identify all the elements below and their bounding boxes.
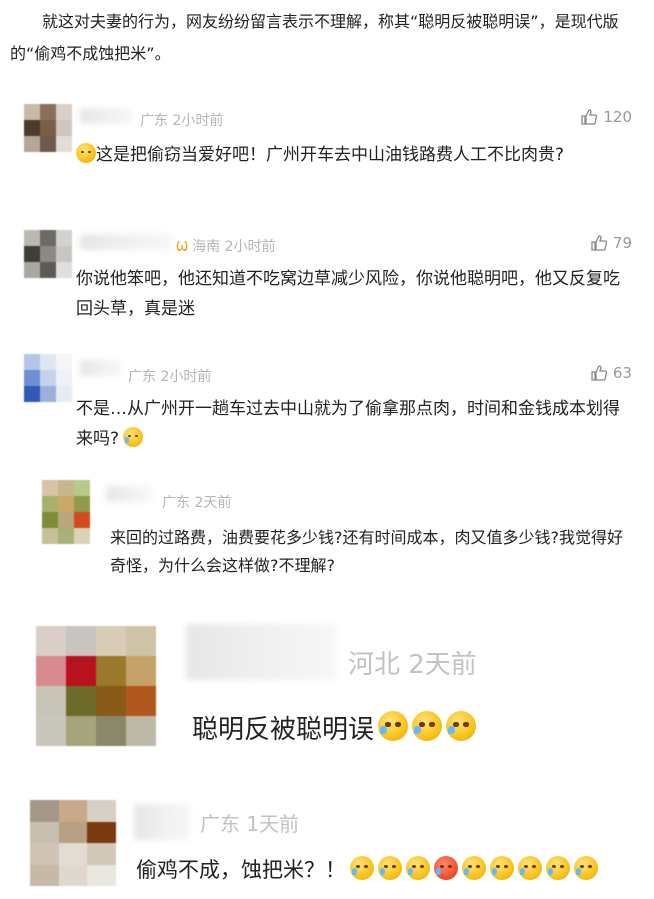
thumbs-up-icon [591,235,607,251]
article-intro-paragraph: 就这对夫妻的行为，网友纷纷留言表示不理解，称其“聪明反被聪明误”，是现代版的“偷… [10,6,646,70]
laugh-cry-emoji [350,856,374,880]
laugh-cry-emoji [406,856,430,880]
comment-meta: Ѡ 海南 2小时前 [176,239,276,255]
laugh-cry-emoji [462,856,486,880]
username[interactable] [80,360,122,376]
thumbs-up-icon [581,109,598,125]
laugh-cry-emoji [574,856,598,880]
emoji-row [374,711,477,745]
intro-text: 就这对夫妻的行为，网友纷纷留言表示不理解，称其“聪明反被聪明误”，是现代版的“偷… [10,12,619,63]
comment-meta: 广东 2小时前 [128,369,212,385]
laugh-cry-emoji [123,427,144,447]
laugh-cry-emoji [518,856,542,880]
comment-meta: 广东 1天前 [200,812,300,836]
avatar[interactable] [24,104,72,152]
laugh-cry-emoji [378,711,409,741]
username[interactable] [80,234,172,250]
like-button[interactable]: 63 [590,364,632,382]
comment-text: 这是把偷窃当爱好吧！广州开车去中山油钱路费人工不比肉贵? [76,140,616,170]
username[interactable] [134,804,190,840]
avatar[interactable] [42,480,90,544]
vip-icon: Ѡ [176,240,189,255]
username[interactable] [186,624,336,680]
laugh-cry-emoji [412,711,443,741]
like-button[interactable]: 79 [590,234,632,252]
laugh-cry-emoji [546,856,570,880]
laugh-cry-emoji [490,856,514,880]
avatar[interactable] [30,800,116,886]
like-button[interactable]: 120 [580,108,632,126]
like-count: 79 [612,234,632,252]
username[interactable] [80,108,132,124]
comment-text: 不是…从广州开一趟车过去中山就为了偷拿那点肉，时间和金钱成本划得来吗? [76,399,620,449]
laugh-cry-emoji [378,856,402,880]
emoji-row [346,856,598,882]
screenshot-separator [0,592,654,614]
thumbs-up-icon [591,365,607,381]
comment-meta: 广东 2天前 [162,495,232,511]
avatar[interactable] [24,354,72,402]
avatar[interactable] [24,230,72,278]
comment-text: 偷鸡不成，蚀把米？！ [136,854,646,886]
laugh-cry-emoji [446,711,477,741]
comment-text: 你说他笨吧，他还知道不吃窝边草减少风险，你说他聪明吧，他又反复吃回头草，真是迷 [76,269,620,319]
thinking-emoji [76,143,96,163]
avatar[interactable] [36,626,156,746]
like-count: 120 [603,108,632,126]
comment-meta: 河北 2天前 [348,650,477,680]
comment-text: 聪明反被聪明误 [192,710,632,750]
comment-text: 来回的过路费，油费要花多少钱?还有时间成本，肉又值多少钱?我觉得好奇怪，为什么会… [110,528,623,575]
comment-meta: 广东 2小时前 [140,113,224,129]
laugh-cry-emoji [434,856,458,880]
like-count: 63 [612,364,632,382]
username[interactable] [106,486,152,502]
